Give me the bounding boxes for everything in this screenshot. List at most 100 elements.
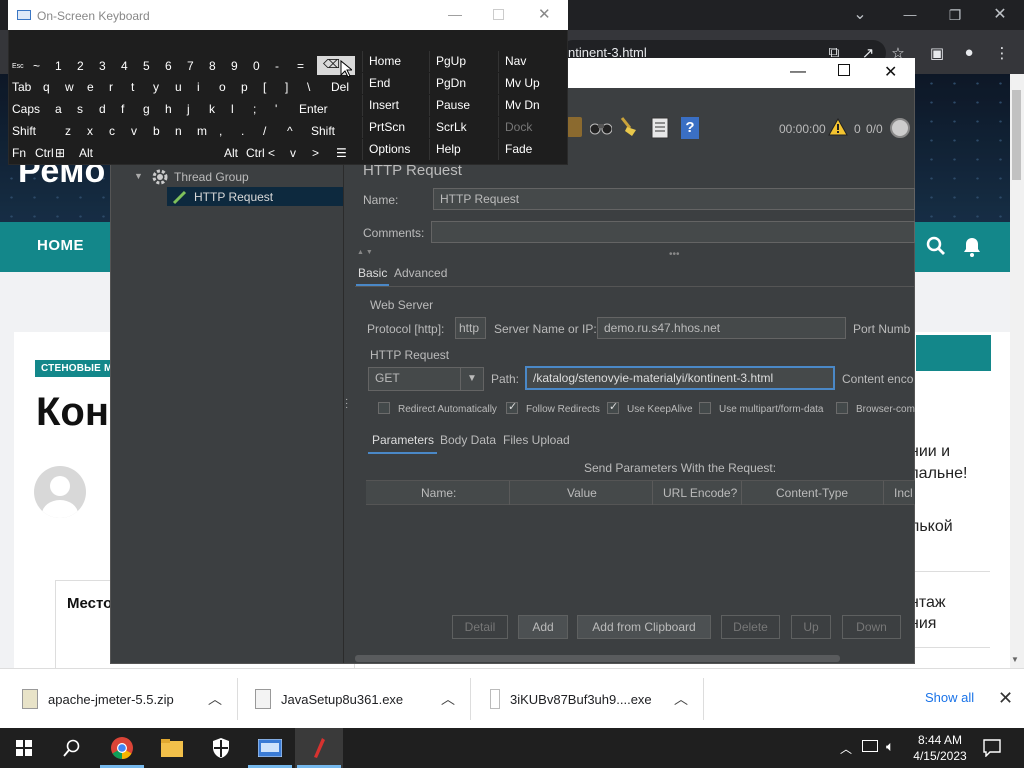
osk-key[interactable]: , <box>219 121 239 142</box>
tab-parameters[interactable]: Parameters <box>368 433 438 454</box>
osk-key[interactable]: 2 <box>77 56 97 77</box>
osk-key[interactable]: 4 <box>121 56 141 77</box>
osk-nav-key[interactable]: Insert <box>362 95 426 116</box>
osk-nav-key[interactable]: PgDn <box>429 73 495 94</box>
osk-key[interactable]: y <box>153 77 173 98</box>
keyboard-app-icon[interactable] <box>246 728 294 768</box>
osk-key[interactable]: ; <box>253 99 273 120</box>
osk-key[interactable]: f <box>121 99 141 120</box>
network-icon[interactable] <box>862 740 878 752</box>
osk-key[interactable]: n <box>175 121 195 142</box>
volume-icon[interactable]: 🔈︎ <box>886 738 894 755</box>
osk-key[interactable]: b <box>153 121 173 142</box>
tree-item-http-request[interactable]: HTTP Request <box>194 190 273 204</box>
category-badge[interactable]: СТЕНОВЫЕ М <box>35 360 119 377</box>
expand-chevron-icon[interactable]: ▼ <box>134 171 143 181</box>
osk-nav-key[interactable]: Pause <box>429 95 495 116</box>
scroll-down-icon[interactable]: ▼ <box>1011 655 1019 664</box>
chevron-up-icon[interactable]: ︿ <box>208 689 222 709</box>
osk-key[interactable]: = <box>297 56 317 77</box>
osk-key[interactable]: > <box>312 143 332 164</box>
osk-key[interactable]: Fn <box>12 143 30 164</box>
detail-button[interactable]: Detail <box>452 615 508 639</box>
tab-advanced[interactable]: Advanced <box>394 266 447 280</box>
tab-search-button[interactable]: ⌄ <box>845 4 875 26</box>
name-field[interactable]: HTTP Request <box>433 188 915 210</box>
osk-key[interactable]: v <box>290 143 310 164</box>
osk-key[interactable]: e <box>87 77 107 98</box>
page-scrollbar-thumb[interactable] <box>1012 90 1021 180</box>
osk-key[interactable]: ^ <box>287 121 307 142</box>
osk-key[interactable]: j <box>187 99 207 120</box>
osk-key[interactable]: m <box>197 121 217 142</box>
show-all-button[interactable]: Show all <box>925 690 974 705</box>
osk-key[interactable]: Enter <box>299 99 341 120</box>
osk-close-button[interactable]: ✕ <box>538 5 551 23</box>
method-dropdown-icon[interactable]: ▼ <box>460 368 483 390</box>
osk-nav-key[interactable]: Nav <box>498 51 566 72</box>
jmeter-app-icon[interactable] <box>295 728 343 768</box>
server-field[interactable]: demo.ru.s47.hhos.net <box>597 317 846 339</box>
keepalive-checkbox[interactable]: Use KeepAlive <box>607 400 693 415</box>
menu-icon[interactable]: ⋮ <box>990 44 1014 62</box>
tab-files-upload[interactable]: Files Upload <box>503 433 570 447</box>
osk-key[interactable]: Esc <box>12 56 32 77</box>
osk-key[interactable]: Alt <box>79 143 109 164</box>
comments-field[interactable] <box>431 221 915 243</box>
delete-button[interactable]: Delete <box>721 615 780 639</box>
osk-key[interactable]: 0 <box>253 56 273 77</box>
download-item[interactable]: 3iKUBv87Buf3uh9....exe ︿ <box>490 684 688 714</box>
search-icon[interactable] <box>48 728 96 768</box>
notification-bell-icon[interactable] <box>963 237 981 257</box>
horizontal-scrollbar[interactable] <box>355 655 840 662</box>
follow-redirects-checkbox[interactable]: Follow Redirects <box>506 400 600 415</box>
multipart-checkbox[interactable]: Use multipart/form-data <box>699 402 823 415</box>
osk-key[interactable]: Alt <box>224 143 248 164</box>
down-button[interactable]: Down <box>842 615 901 639</box>
osk-key[interactable]: p <box>241 77 261 98</box>
nav-home-link[interactable]: HOME <box>37 237 84 254</box>
osk-key[interactable]: 8 <box>209 56 229 77</box>
osk-key[interactable]: 7 <box>187 56 207 77</box>
remote-status-icon[interactable] <box>890 118 910 138</box>
osk-key[interactable]: l <box>231 99 251 120</box>
osk-nav-key[interactable]: Fade <box>498 139 566 160</box>
clock[interactable]: 8:44 AM 4/15/2023 <box>906 732 974 764</box>
path-field[interactable]: /katalog/stenovyie-materialyi/kontinent-… <box>525 366 835 390</box>
osk-key[interactable]: h <box>165 99 185 120</box>
osk-key[interactable]: ~ <box>33 56 53 77</box>
osk-key[interactable]: Caps <box>12 99 50 120</box>
column-content-type[interactable]: Content-Type <box>776 486 848 500</box>
add-button[interactable]: Add <box>518 615 568 639</box>
osk-nav-key[interactable]: End <box>362 73 426 94</box>
osk-key[interactable]: \ <box>307 77 327 98</box>
osk-key[interactable]: < <box>268 143 288 164</box>
osk-key[interactable]: ☰ <box>336 143 356 164</box>
download-item[interactable]: apache-jmeter-5.5.zip ︿ <box>22 684 222 714</box>
redirect-auto-checkbox[interactable]: Redirect Automatically <box>378 402 497 415</box>
osk-key[interactable]: ] <box>285 77 305 98</box>
osk-key[interactable]: g <box>143 99 163 120</box>
tray-chevron-icon[interactable]: ︿ <box>840 740 852 757</box>
osk-key[interactable]: Shift <box>12 121 60 142</box>
osk-nav-key[interactable]: Dock <box>498 117 566 138</box>
osk-key[interactable]: r <box>109 77 129 98</box>
osk-key[interactable]: ⊞ <box>55 143 73 164</box>
osk-key[interactable]: Ctrl <box>246 143 268 164</box>
osk-key[interactable]: Shift <box>311 121 355 142</box>
function-helper-icon[interactable] <box>650 117 670 139</box>
osk-nav-key[interactable]: PgUp <box>429 51 495 72</box>
download-item[interactable]: JavaSetup8u361.exe ︿ <box>255 684 455 714</box>
notifications-icon[interactable] <box>983 739 1001 757</box>
profile-icon[interactable]: ● <box>957 44 981 61</box>
osk-key[interactable]: w <box>65 77 85 98</box>
osk-nav-key[interactable]: Mv Dn <box>498 95 566 116</box>
collapse-arrows-icon[interactable]: ▲ ▼ <box>357 249 373 256</box>
restore-button[interactable]: ❐ <box>940 4 970 26</box>
binoculars-icon[interactable] <box>590 119 612 135</box>
osk-key[interactable]: z <box>65 121 85 142</box>
security-shield-icon[interactable] <box>197 728 245 768</box>
help-icon[interactable]: ? <box>681 117 699 139</box>
column-include[interactable]: Incl <box>894 486 913 500</box>
jmeter-minimize-button[interactable]: — <box>790 63 806 81</box>
